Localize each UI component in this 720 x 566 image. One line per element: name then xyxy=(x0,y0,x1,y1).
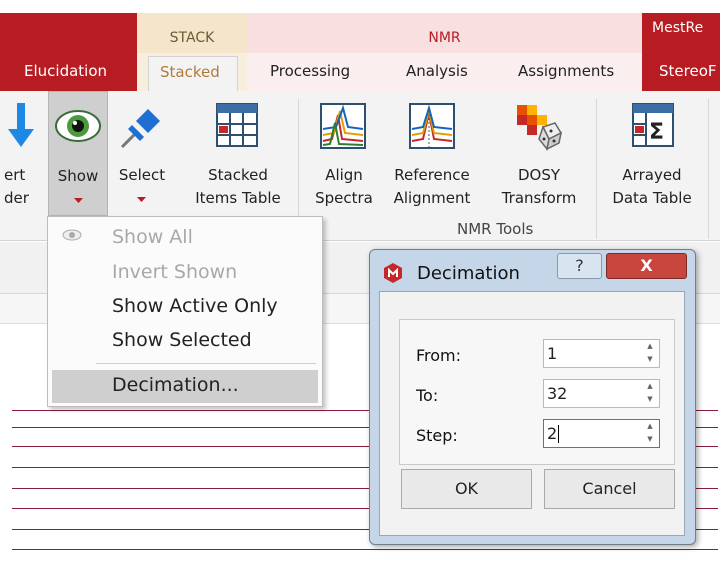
red-header-left xyxy=(0,13,137,53)
spin-up-icon[interactable]: ▲ xyxy=(646,343,654,350)
step-label: Step: xyxy=(416,426,458,445)
arrayed-data-table-label-2: Data Table xyxy=(612,189,692,207)
ok-button[interactable]: OK xyxy=(401,469,532,509)
menu-item-show-active-only[interactable]: Show Active Only xyxy=(48,295,322,321)
fields-group-box: From: 1 ▲ ▼ To: 32 ▲ ▼ Step: 2 ▲ ▼ xyxy=(399,319,675,465)
show-button[interactable]: Show xyxy=(48,91,108,216)
mestrenova-logo-icon xyxy=(384,263,402,283)
menu-item-decimation[interactable]: Decimation... xyxy=(52,370,318,403)
show-label: Show xyxy=(57,167,99,185)
nmr-context-label: NMR xyxy=(428,30,461,46)
dosy-label-2: Transform xyxy=(501,189,577,207)
decimation-dialog: Decimation ? X From: 1 ▲ ▼ To: 32 ▲ ▼ St… xyxy=(369,249,696,545)
sigma-table-icon: Σ xyxy=(632,103,674,147)
nmr-context-header: NMR xyxy=(247,13,642,53)
menu-item-show-all-label: Show All xyxy=(112,226,193,248)
dialog-title: Decimation xyxy=(417,263,520,284)
tab-stacked-label: Stacked xyxy=(160,63,220,81)
tab-analysis[interactable]: Analysis xyxy=(406,62,468,88)
arrayed-data-table-button[interactable]: Σ Arrayed Data Table xyxy=(602,91,702,216)
select-button[interactable]: Select xyxy=(112,91,172,216)
reference-alignment-label-1: Reference xyxy=(394,166,470,184)
show-dropdown-menu: Show All Invert Shown Show Active Only S… xyxy=(47,216,323,407)
reference-alignment-label-2: Alignment xyxy=(393,189,471,207)
from-spinbox[interactable]: 1 ▲ ▼ xyxy=(543,339,660,368)
arrow-down-icon xyxy=(8,103,34,147)
arrayed-data-table-label-1: Arrayed xyxy=(622,166,682,184)
tab-elucidation[interactable]: Elucidation xyxy=(24,62,107,88)
dropdown-arrow-icon xyxy=(74,198,83,203)
to-value: 32 xyxy=(547,384,568,403)
svg-text:Σ: Σ xyxy=(649,120,664,145)
spin-down-icon[interactable]: ▼ xyxy=(646,436,654,443)
tab-assignments[interactable]: Assignments xyxy=(518,62,614,88)
to-spinbox[interactable]: 32 ▲ ▼ xyxy=(543,379,660,408)
dosy-icon xyxy=(517,105,563,151)
insert-order-label-2: der xyxy=(4,189,29,207)
dialog-close-button[interactable]: X xyxy=(606,253,687,279)
spin-up-icon[interactable]: ▲ xyxy=(646,383,654,390)
dosy-transform-button[interactable]: DOSY Transform xyxy=(490,91,588,216)
ribbon-separator xyxy=(708,99,709,239)
step-value: 2 xyxy=(547,424,558,443)
dialog-help-button[interactable]: ? xyxy=(557,253,602,279)
reference-alignment-button[interactable]: Reference Alignment xyxy=(384,91,480,216)
reference-alignment-icon xyxy=(409,103,455,149)
cancel-button[interactable]: Cancel xyxy=(544,469,675,509)
stacked-items-table-button[interactable]: Stacked Items Table xyxy=(186,91,290,216)
stack-context-label: STACK xyxy=(169,30,215,46)
table-icon xyxy=(216,103,258,147)
menu-item-show-selected-label: Show Selected xyxy=(112,329,252,351)
menu-item-show-selected[interactable]: Show Selected xyxy=(48,329,322,355)
from-value: 1 xyxy=(547,344,558,363)
spin-down-icon[interactable]: ▼ xyxy=(646,356,654,363)
align-spectra-icon xyxy=(320,103,366,149)
select-label: Select xyxy=(118,166,166,184)
menu-item-show-all[interactable]: Show All xyxy=(48,226,322,252)
pin-icon xyxy=(120,109,160,149)
stacked-items-table-label-1: Stacked xyxy=(208,166,268,184)
align-spectra-button[interactable]: Align Spectra xyxy=(309,91,379,216)
menu-item-show-active-only-label: Show Active Only xyxy=(112,295,278,317)
dropdown-arrow-icon xyxy=(137,197,146,202)
close-icon: X xyxy=(640,256,653,275)
spin-up-icon[interactable]: ▲ xyxy=(646,423,654,430)
ribbon-separator xyxy=(596,99,597,239)
menu-divider xyxy=(96,363,316,364)
dialog-content: From: 1 ▲ ▼ To: 32 ▲ ▼ Step: 2 ▲ ▼ OK Ca… xyxy=(379,291,685,536)
spectrum-trace xyxy=(12,549,718,550)
to-label: To: xyxy=(416,386,439,405)
menu-item-invert-shown[interactable]: Invert Shown xyxy=(48,261,322,287)
align-spectra-label-2: Spectra xyxy=(315,189,373,207)
stacked-items-table-label-2: Items Table xyxy=(195,189,281,207)
mestrenova-window: STACK NMR MestRe Elucidation Stacked Pro… xyxy=(0,0,720,566)
insert-order-button[interactable]: ert der xyxy=(0,91,44,216)
eye-icon xyxy=(55,110,101,142)
menu-item-invert-shown-label: Invert Shown xyxy=(112,261,238,283)
tab-processing[interactable]: Processing xyxy=(270,62,350,88)
nmr-tools-group-label: NMR Tools xyxy=(457,220,534,238)
from-label: From: xyxy=(416,346,462,365)
align-spectra-label-1: Align xyxy=(325,166,363,184)
stack-context-header: STACK xyxy=(137,13,247,53)
step-spinbox[interactable]: 2 ▲ ▼ xyxy=(543,419,660,448)
mestre-context-header: MestRe xyxy=(642,13,720,53)
help-icon: ? xyxy=(575,256,584,275)
text-cursor xyxy=(558,425,559,443)
dosy-label-1: DOSY xyxy=(517,166,561,184)
tab-stacked-active[interactable]: Stacked xyxy=(148,56,238,92)
tab-stereo[interactable]: StereoF xyxy=(659,62,717,88)
insert-order-label-1: ert xyxy=(4,166,26,184)
mestre-context-label: MestRe xyxy=(652,20,704,36)
spin-down-icon[interactable]: ▼ xyxy=(646,396,654,403)
menu-item-decimation-label: Decimation... xyxy=(112,374,239,396)
